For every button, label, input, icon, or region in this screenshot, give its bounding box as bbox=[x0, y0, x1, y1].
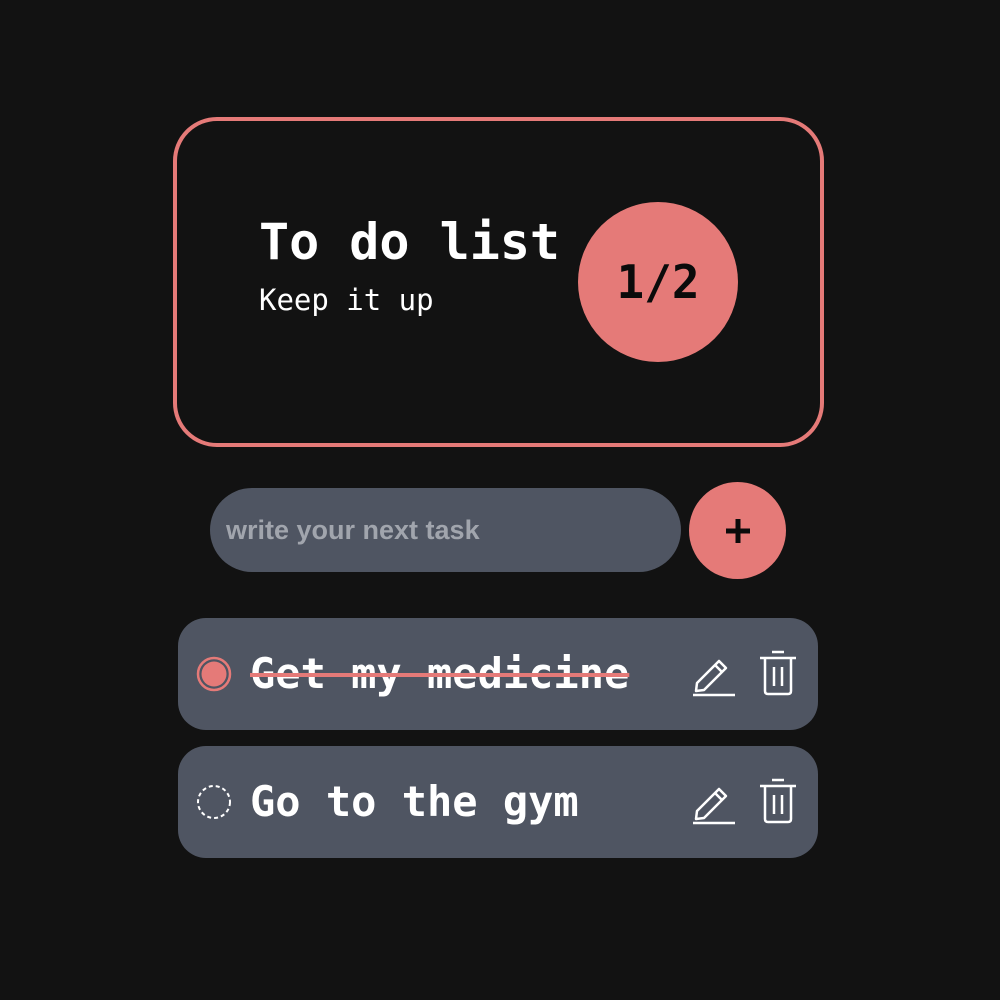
task-text: Go to the gym bbox=[250, 777, 579, 826]
delete-task-button[interactable] bbox=[758, 650, 798, 696]
add-task-button[interactable] bbox=[689, 482, 786, 579]
task-item: Go to the gym bbox=[178, 746, 818, 858]
page-subtitle: Keep it up bbox=[259, 283, 434, 317]
task-input[interactable] bbox=[210, 488, 681, 572]
trash-icon bbox=[760, 650, 796, 696]
edit-task-button[interactable] bbox=[691, 651, 737, 697]
pencil-icon bbox=[693, 787, 735, 825]
delete-task-button[interactable] bbox=[758, 778, 798, 824]
task-text: Get my medicine bbox=[250, 649, 630, 698]
progress-badge: 1/2 bbox=[578, 202, 738, 362]
edit-task-button[interactable] bbox=[691, 779, 737, 825]
trash-icon bbox=[760, 778, 796, 824]
dashed-circle-icon[interactable] bbox=[196, 784, 232, 820]
header-card: To do list Keep it up 1/2 bbox=[173, 117, 824, 447]
pencil-icon bbox=[693, 659, 735, 697]
checked-circle-icon[interactable] bbox=[196, 656, 232, 692]
plus-icon bbox=[725, 518, 750, 543]
progress-count: 1/2 bbox=[616, 255, 700, 309]
page-title: To do list bbox=[259, 213, 561, 271]
task-item: Get my medicine bbox=[178, 618, 818, 730]
